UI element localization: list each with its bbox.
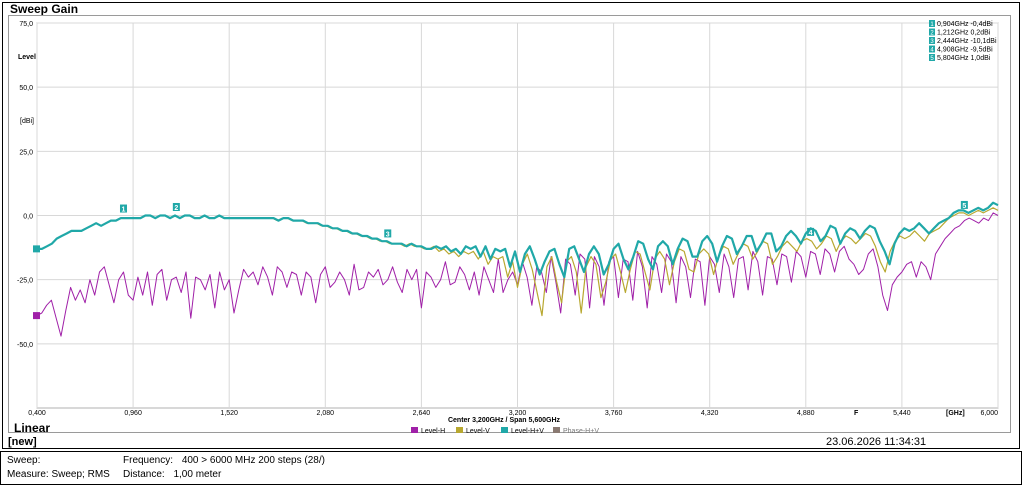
marker-table-entry: 0,904GHz -0,4dBi [937, 21, 993, 28]
x-tick-label: 4,880 [797, 410, 815, 417]
marker-table-entry: 2,444GHz -10,1dBi [937, 38, 997, 45]
marker-2: 2 [172, 202, 180, 212]
grid [36, 22, 999, 409]
marker-table-entry: 5,804GHz 1,0dBi [937, 55, 991, 62]
frequency-value: 400 > 6000 MHz 200 steps (28/) [181, 455, 325, 466]
marker-id: 2 [174, 205, 178, 212]
marker-4: 4 [807, 227, 815, 237]
x-tick-label: 3,200 [509, 410, 527, 417]
x-tick-label: 6,000 [980, 410, 998, 417]
legend-swatch [501, 427, 508, 433]
legend-item: Phase-H+V [553, 427, 599, 435]
legend-label: Level-H+V [511, 428, 544, 435]
measurement-name: [new] [8, 436, 37, 448]
x-tick-label: 2,640 [413, 410, 431, 417]
marker-5: 5 [960, 200, 968, 210]
y-tick-label: 50,0 [19, 85, 33, 92]
x-tick-label: 3,760 [605, 410, 623, 417]
y-tick-labels: 75,0 50,0 25,0 0,0 -25,0 -50,0 [17, 21, 33, 349]
measurement-datetime: 23.06.2026 11:34:31 [826, 436, 927, 448]
center-span-label: Center 3,200GHz / Span 5,600GHz [448, 417, 561, 424]
x-tick-label: 1,520 [220, 410, 238, 417]
frequency-label: Frequency: [123, 455, 174, 466]
frequency-info: Frequency: 400 > 6000 MHz 200 steps (28/… [123, 455, 325, 466]
y-tick-label: -50,0 [17, 342, 33, 349]
x-tick-label: 0,400 [28, 410, 46, 417]
legend-item: Level-H+V [501, 427, 544, 435]
distance-label: Distance: [123, 469, 165, 480]
legend-swatch [553, 427, 560, 433]
legend-label: Phase-H+V [563, 428, 599, 435]
info-row-sweep: Sweep: Frequency: 400 > 6000 MHz 200 ste… [7, 455, 325, 466]
marker-id: 5 [962, 203, 966, 210]
x-tick-label: 4,320 [701, 410, 719, 417]
measurement-info: Sweep: Frequency: 400 > 6000 MHz 200 ste… [0, 451, 1022, 485]
marker-1: 1 [119, 204, 127, 214]
x-axis-unit: [GHz] [946, 410, 965, 417]
y-axis-unit: [dBi] [20, 118, 34, 125]
level-hv-start-marker [33, 245, 40, 253]
y-tick-label: -25,0 [17, 278, 33, 285]
marker-table-entry: 1,212GHz 0,2dBi [937, 30, 991, 37]
marker-id: 4 [809, 230, 813, 237]
distance-info: Distance: 1,00 meter [123, 469, 221, 480]
measure-label: Measure: Sweep; RMS [7, 469, 110, 480]
y-axis-label: Level [18, 54, 36, 61]
sweep-label: Sweep: [7, 455, 41, 466]
y-tick-label: 0,0 [23, 214, 33, 221]
legend: Level-H Level-V Level-H+V Phase-H+V [411, 427, 599, 435]
legend-item: Level-H [411, 427, 445, 435]
x-tick-label: 5,440 [893, 410, 911, 417]
info-row-measure: Measure: Sweep; RMS Distance: 1,00 meter [7, 469, 221, 480]
legend-label: Level-H [421, 428, 445, 435]
legend-label: Level-V [466, 428, 490, 435]
x-axis-extra-label: F [854, 410, 859, 417]
x-tick-label: 0,960 [124, 410, 142, 417]
marker-table: 1 0,904GHz -0,4dBi2 1,212GHz 0,2dBi3 2,444G… [929, 20, 997, 62]
marker-3: 3 [384, 229, 392, 238]
marker-id: 1 [122, 207, 126, 214]
scale-mode-label: Linear [14, 421, 51, 435]
y-tick-label: 25,0 [19, 149, 33, 156]
x-tick-labels: 0,400 0,960 1,520 2,080 2,640 3,200 3,760 4,320… [28, 410, 998, 417]
y-tick-label: 75,0 [19, 21, 33, 28]
legend-swatch [411, 427, 418, 433]
x-tick-label: 2,080 [317, 410, 335, 417]
level-h-start-marker [33, 312, 40, 320]
legend-swatch [456, 427, 463, 433]
sweep-gain-chart[interactable]: 75,0 50,0 25,0 0,0 -25,0 -50,0 0,400 0,960 1,52… [0, 0, 1024, 440]
distance-value: 1,00 meter [173, 469, 222, 480]
legend-item: Level-V [456, 427, 490, 435]
marker-table-entry: 4,908GHz -9,5dBi [937, 47, 993, 54]
marker-id: 3 [386, 231, 390, 238]
